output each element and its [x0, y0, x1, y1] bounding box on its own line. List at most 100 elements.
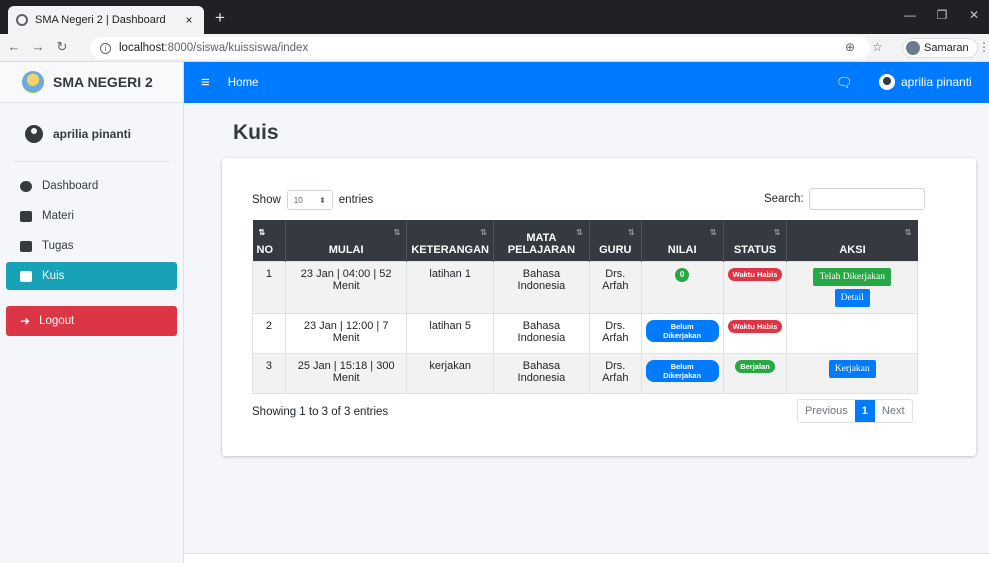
- detail-button[interactable]: Detail: [834, 288, 870, 307]
- cell-keterangan: kerjakan: [406, 352, 494, 394]
- home-link[interactable]: Home: [228, 77, 259, 89]
- sort-icon: ⇅: [628, 228, 635, 237]
- sort-icon: ⇅: [480, 228, 487, 237]
- column-header-nilai[interactable]: ⇅ NILAI: [641, 220, 724, 261]
- entries-length-select[interactable]: 10 ⬍: [286, 190, 333, 210]
- back-arrow-icon[interactable]: ←: [6, 39, 22, 54]
- url-host: localhost: [119, 42, 165, 54]
- cell-mata-pelajaran: Bahasa Indonesia: [492, 260, 590, 314]
- table-row: 1 23 Jan | 04:00 | 52 Menit latihan 1 Ba…: [252, 260, 918, 314]
- globe-icon: [16, 14, 28, 26]
- reload-icon[interactable]: ↻: [54, 39, 70, 55]
- brand-link[interactable]: SMA NEGERI 2: [0, 62, 183, 103]
- score-badge: 0: [675, 267, 690, 282]
- cell-nilai: Belum Dikerjakan: [640, 352, 724, 394]
- browser-tab[interactable]: SMA Negeri 2 | Dashboard ×: [8, 6, 204, 34]
- sidebar-item-label: Materi: [42, 210, 74, 222]
- cell-no: 3: [252, 352, 286, 394]
- divider: [14, 161, 169, 162]
- column-header-no[interactable]: ⇅ NO: [252, 220, 286, 261]
- sign-out-icon: ➜: [20, 314, 31, 328]
- book-icon: [20, 270, 32, 282]
- hamburger-menu-icon[interactable]: ≡: [201, 74, 210, 91]
- cell-keterangan: latihan 1: [406, 260, 494, 314]
- cell-status: Waktu Habis: [722, 312, 788, 354]
- table-row: 3 25 Jan | 15:18 | 300 Menit kerjakan Ba…: [252, 352, 918, 394]
- next-button[interactable]: Next: [875, 400, 912, 422]
- forward-arrow-icon[interactable]: →: [30, 39, 46, 54]
- column-header-mulai[interactable]: ⇅ MULAI: [285, 220, 408, 261]
- cell-nilai: Belum Dikerjakan: [640, 312, 724, 354]
- column-header-guru[interactable]: ⇅ GURU: [589, 220, 642, 261]
- logout-label: Logout: [39, 315, 75, 327]
- sort-icon: ⇅: [709, 228, 717, 237]
- entries-label: entries: [338, 194, 374, 206]
- cell-mata-pelajaran: Bahasa Indonesia: [492, 352, 590, 394]
- avatar: [906, 41, 920, 55]
- column-header-aksi[interactable]: ⇅ AKSI: [786, 220, 918, 261]
- user-circle-icon: [25, 125, 43, 143]
- star-icon[interactable]: ☆: [872, 40, 883, 54]
- profile-button[interactable]: Samaran: [902, 38, 978, 58]
- length-value: 10: [293, 195, 303, 205]
- cell-status: Waktu Habis: [722, 260, 788, 314]
- sidebar-item-tugas[interactable]: Tugas: [6, 232, 177, 260]
- footer: [184, 553, 989, 563]
- sidebar-item-kuis[interactable]: Kuis: [6, 262, 177, 290]
- cell-mulai: 25 Jan | 15:18 | 300 Menit: [284, 352, 408, 394]
- sidebar-menu: Dashboard Materi Tugas Kuis: [0, 172, 183, 290]
- sort-icon: ⇅: [576, 228, 583, 237]
- search-control: Search:: [764, 188, 925, 210]
- kebab-menu-icon[interactable]: ⋮: [978, 40, 989, 54]
- book-icon: [20, 240, 32, 252]
- sidebar-item-label: Kuis: [42, 270, 65, 282]
- window-close-icon[interactable]: ✕: [959, 0, 989, 30]
- entries-length-control: Show 10 ⬍ entries: [252, 190, 373, 210]
- show-label: Show: [252, 194, 281, 206]
- sidebar: SMA NEGERI 2 aprilia pinanti Dashboard M…: [0, 62, 184, 563]
- new-tab-button[interactable]: +: [210, 8, 230, 28]
- url-input[interactable]: i localhost :8000/siswa/kuissiswa/index: [90, 37, 870, 59]
- column-header-status[interactable]: ⇅ STATUS: [723, 220, 788, 261]
- telah-dikerjakan-button[interactable]: Telah Dikerjakan: [813, 267, 891, 286]
- select-arrows-icon: ⬍: [319, 195, 326, 205]
- score-badge: Belum Dikerjakan: [645, 319, 719, 342]
- previous-button[interactable]: Previous: [798, 400, 855, 422]
- tab-close-button[interactable]: ×: [182, 13, 196, 27]
- sidebar-item-dashboard[interactable]: Dashboard: [6, 172, 177, 200]
- page-title: Kuis: [233, 121, 279, 144]
- sidebar-item-materi[interactable]: Materi: [6, 202, 177, 230]
- cell-mata-pelajaran: Bahasa Indonesia: [492, 312, 590, 354]
- book-icon: [20, 210, 32, 222]
- sort-icon: ⇅: [393, 228, 401, 237]
- cell-aksi: Kerjakan: [786, 352, 918, 394]
- info-icon[interactable]: i: [100, 42, 111, 54]
- dashboard-icon: [20, 180, 32, 192]
- browser-tabbar: SMA Negeri 2 | Dashboard × + — ❐ ✕: [0, 0, 989, 34]
- sidebar-user-name: aprilia pinanti: [53, 127, 132, 141]
- zoom-icon[interactable]: ⊕: [845, 40, 855, 54]
- user-panel[interactable]: aprilia pinanti: [0, 103, 183, 151]
- chat-icon[interactable]: 🗨: [836, 75, 853, 91]
- school-logo: [22, 71, 44, 93]
- cell-aksi: [786, 312, 918, 354]
- profile-name: Samaran: [924, 42, 969, 54]
- user-circle-icon: [879, 74, 895, 90]
- minimize-icon[interactable]: —: [895, 0, 925, 30]
- tab-title: SMA Negeri 2 | Dashboard: [35, 14, 166, 26]
- user-menu[interactable]: aprilia pinanti: [879, 74, 972, 90]
- column-header-mata-pelajaran[interactable]: ⇅ MATA PELAJARAN: [493, 220, 590, 261]
- search-input[interactable]: [808, 188, 925, 210]
- logout-button[interactable]: ➜ Logout: [6, 306, 177, 336]
- cell-guru: Drs. Arfah: [588, 260, 642, 314]
- search-label: Search:: [764, 193, 804, 205]
- score-badge: Belum Dikerjakan: [645, 359, 719, 382]
- page-1-button[interactable]: 1: [854, 400, 875, 422]
- cell-nilai: 0: [640, 260, 724, 314]
- column-header-keterangan[interactable]: ⇅ KETERANGAN: [406, 220, 494, 261]
- pagination: Previous 1 Next: [797, 399, 913, 423]
- sort-asc-icon: ⇅: [258, 228, 266, 237]
- kerjakan-button[interactable]: Kerjakan: [828, 359, 876, 378]
- cell-guru: Drs. Arfah: [588, 312, 642, 354]
- restore-icon[interactable]: ❐: [927, 0, 957, 30]
